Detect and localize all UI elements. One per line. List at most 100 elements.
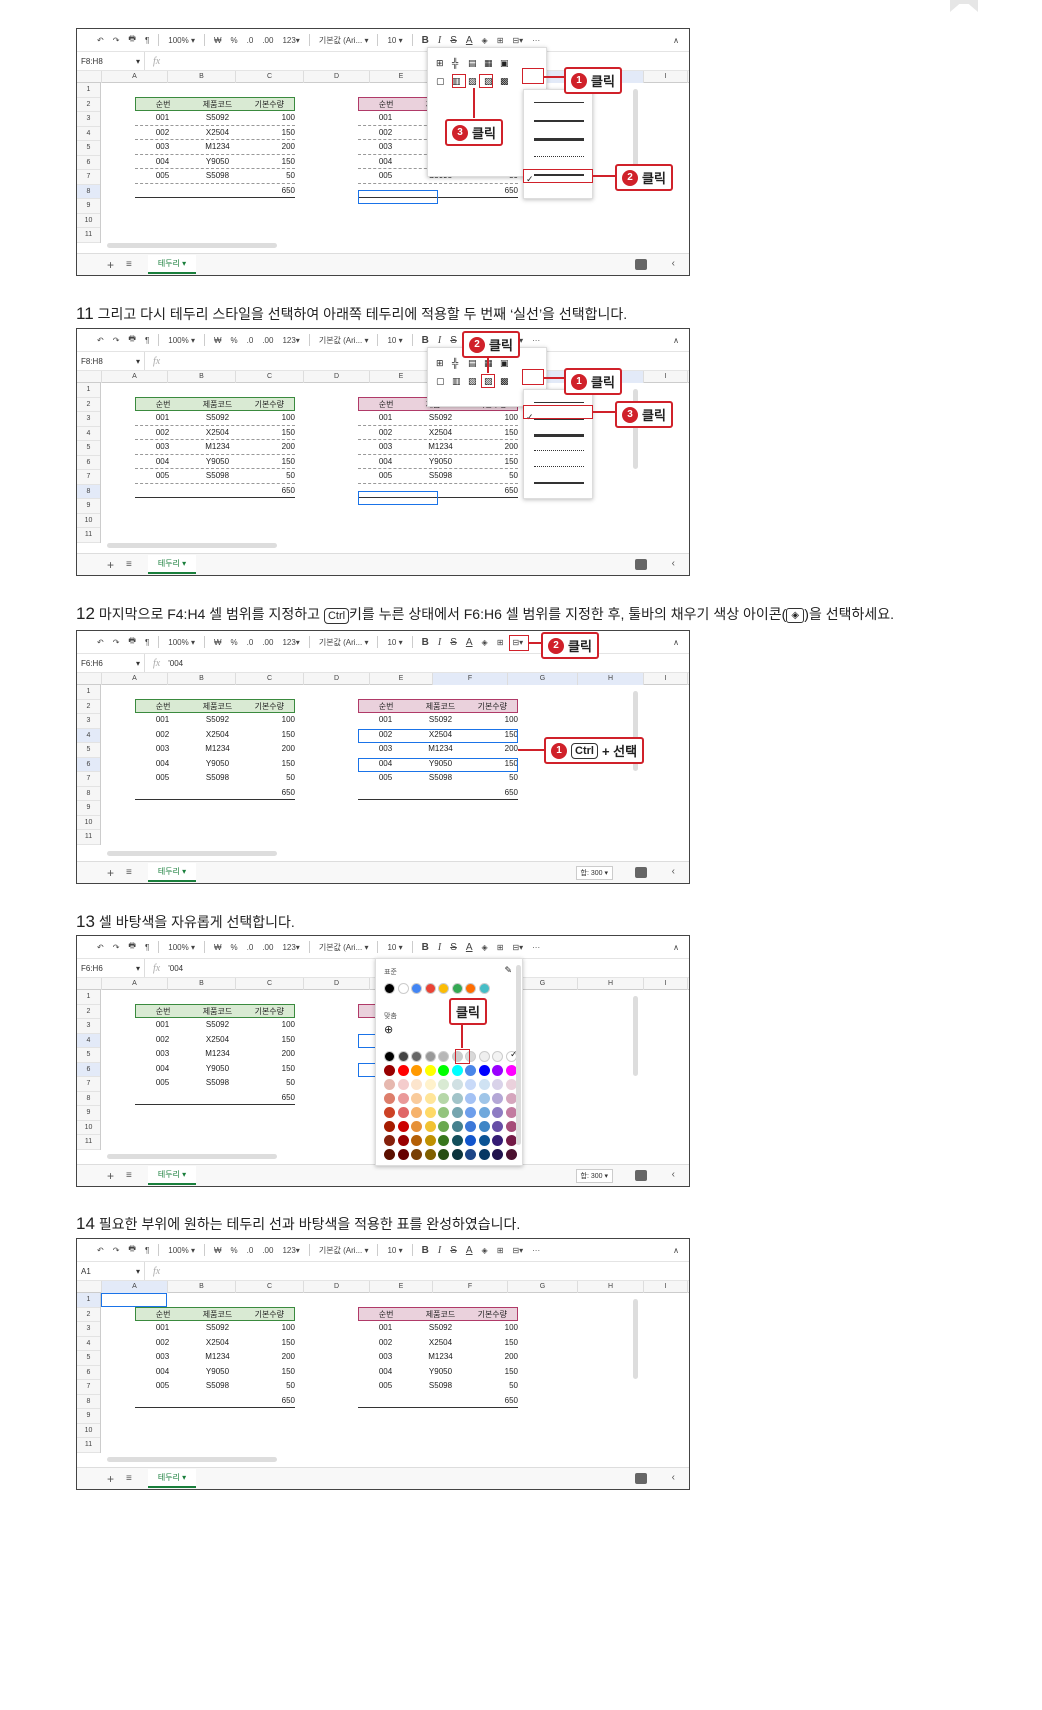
column-header-c[interactable]: C (235, 1281, 303, 1293)
row-header[interactable]: 7 (77, 1380, 100, 1395)
color-swatch[interactable] (465, 1107, 476, 1118)
border-option-icon[interactable]: ▧ (468, 76, 477, 87)
paint-format-icon[interactable]: ¶ (145, 336, 149, 345)
explore-icon[interactable] (635, 867, 647, 878)
row-header[interactable]: 5 (77, 1351, 100, 1366)
color-swatch[interactable] (411, 983, 422, 994)
column-header-h[interactable]: H (577, 673, 643, 685)
column-header-e[interactable]: E (369, 371, 432, 383)
row-header[interactable]: 11 (77, 1438, 100, 1453)
column-header-a[interactable]: A (101, 371, 167, 383)
border-option-icon[interactable]: ▦ (484, 58, 493, 69)
row-header[interactable]: 4 (77, 728, 100, 743)
color-swatch[interactable] (478, 1079, 490, 1090)
row-header[interactable]: 4 (77, 427, 100, 441)
column-header-c[interactable]: C (235, 673, 303, 685)
increase-decimal-button[interactable]: .00 (262, 36, 273, 45)
redo-icon[interactable]: ↷ (113, 638, 120, 647)
color-swatch[interactable] (451, 1135, 463, 1146)
color-swatch[interactable] (438, 1079, 449, 1090)
row-header[interactable]: 1 (77, 685, 100, 700)
column-header-i[interactable]: I (643, 673, 687, 685)
bold-button[interactable]: B (422, 942, 429, 953)
color-swatch[interactable] (424, 983, 436, 994)
border-option-icon[interactable]: ╬ (452, 358, 458, 368)
color-swatch[interactable] (424, 1051, 436, 1062)
text-color-button[interactable]: A (466, 1245, 473, 1256)
column-header-a[interactable]: A (101, 673, 167, 685)
sheet-tab[interactable]: 테두리 ▾ (147, 255, 197, 274)
explore-icon[interactable] (635, 259, 647, 270)
row-header[interactable]: 9 (77, 801, 100, 816)
vertical-scrollbar[interactable] (633, 1299, 638, 1379)
row-header[interactable]: 5 (77, 1048, 100, 1063)
color-swatch[interactable] (424, 1149, 436, 1160)
format-select[interactable]: 123▾ (282, 943, 299, 952)
color-swatch[interactable] (424, 1135, 436, 1146)
row-header[interactable]: 4 (77, 1337, 100, 1351)
name-box[interactable]: F6:H6 ▾ (77, 959, 145, 977)
column-header-j[interactable]: J (687, 1281, 689, 1293)
color-swatch[interactable] (438, 1051, 449, 1062)
color-swatch[interactable] (411, 1079, 422, 1090)
border-option-icon[interactable]: ▤ (468, 58, 477, 69)
row-header[interactable]: 8 (77, 184, 100, 199)
column-header-h[interactable]: H (577, 1281, 643, 1293)
name-box[interactable]: F8:H8 ▾ (77, 52, 145, 70)
row-header[interactable]: 11 (77, 1135, 100, 1150)
color-swatch[interactable] (438, 1065, 449, 1076)
collapse-icon[interactable]: ∧ (673, 943, 679, 952)
line-style-option[interactable] (534, 138, 584, 141)
column-header-c[interactable]: C (235, 71, 303, 83)
color-swatch[interactable] (411, 1135, 422, 1146)
print-icon[interactable]: 🖶 (128, 333, 136, 347)
color-swatch[interactable] (492, 1051, 503, 1062)
column-header-b[interactable]: B (167, 978, 235, 990)
color-swatch[interactable] (505, 1149, 517, 1160)
color-swatch[interactable] (478, 1093, 490, 1104)
color-swatch[interactable] (465, 1135, 476, 1146)
text-color-button[interactable]: A (466, 35, 473, 46)
collapse-icon[interactable]: ∧ (673, 36, 679, 45)
redo-icon[interactable]: ↷ (113, 1246, 120, 1255)
text-color-button[interactable]: A (466, 637, 473, 648)
row-header[interactable]: 10 (77, 816, 100, 830)
row-header[interactable]: 4 (77, 1033, 100, 1048)
row-header[interactable]: 2 (77, 398, 100, 412)
fill-color-icon[interactable]: ◈ (482, 36, 488, 45)
color-swatch[interactable] (397, 1107, 409, 1118)
more-icon[interactable]: ··· (532, 36, 540, 45)
paint-format-icon[interactable]: ¶ (145, 36, 149, 45)
font-size-select[interactable]: 10 ▾ (387, 36, 402, 45)
sheet-tab[interactable]: 테두리 ▾ (147, 1166, 197, 1185)
all-sheets-icon[interactable]: ≡ (126, 1170, 132, 1181)
column-header-j[interactable]: J (687, 673, 689, 685)
zoom-select[interactable]: 100% ▾ (168, 36, 195, 45)
border-option-icon[interactable]: ▧ (468, 376, 477, 387)
increase-decimal-button[interactable]: .00 (262, 638, 273, 647)
font-size-select[interactable]: 10 ▾ (387, 1246, 402, 1255)
italic-button[interactable]: I (438, 637, 441, 648)
redo-icon[interactable]: ↷ (113, 336, 120, 345)
column-header-f[interactable]: F (432, 673, 507, 685)
color-swatch[interactable] (505, 1093, 517, 1104)
all-sheets-icon[interactable]: ≡ (126, 867, 132, 878)
sheet-tab[interactable]: 테두리 ▾ (147, 1469, 197, 1488)
collapse-sidebar-icon[interactable]: ‹ (672, 558, 675, 569)
font-select[interactable]: 기본값 (Ari... ▾ (319, 637, 369, 648)
color-swatch[interactable] (438, 1149, 449, 1160)
row-header[interactable]: 8 (77, 1092, 100, 1106)
percent-button[interactable]: % (231, 1246, 238, 1255)
undo-icon[interactable]: ↶ (97, 36, 104, 45)
row-header[interactable]: 11 (77, 228, 100, 243)
row-header[interactable]: 8 (77, 484, 100, 499)
explore-icon[interactable] (635, 559, 647, 570)
line-style-option[interactable] (534, 450, 584, 451)
row-header[interactable]: 7 (77, 170, 100, 185)
line-style-option[interactable] (534, 482, 584, 484)
color-swatch[interactable] (384, 1065, 395, 1076)
row-header[interactable]: 2 (77, 1308, 100, 1322)
color-swatch[interactable] (478, 1121, 490, 1132)
undo-icon[interactable]: ↶ (97, 336, 104, 345)
color-swatch[interactable] (478, 1107, 490, 1118)
